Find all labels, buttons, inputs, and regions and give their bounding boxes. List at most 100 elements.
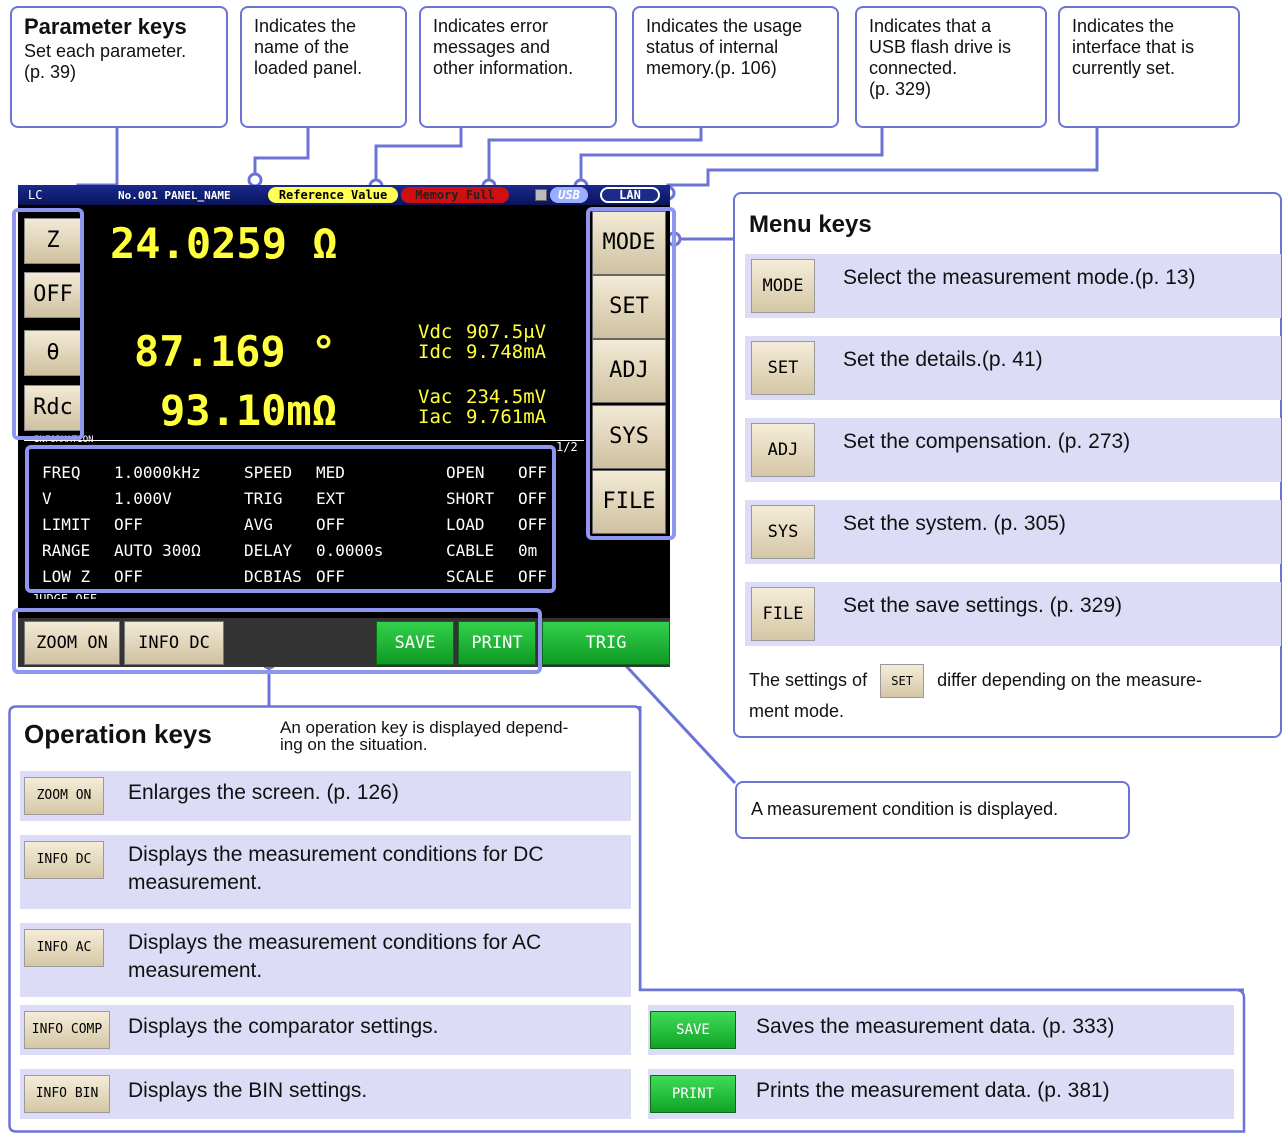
menu-row-sys: SYS Set the system. (p. 305)	[745, 500, 1281, 564]
op-row-desc: Enlarges the screen. (p. 126)	[128, 781, 399, 804]
op-row-zoom: ZOOM ON Enlarges the screen. (p. 126)	[20, 771, 631, 821]
callout-line: Indicates the	[1072, 16, 1175, 36]
op-row-info-ac: INFO AC Displays the measurement conditi…	[20, 923, 631, 997]
vac-label: Vac	[418, 386, 453, 408]
sys-button[interactable]: SYS	[751, 505, 815, 559]
callout-line: currently set.	[1072, 58, 1176, 78]
subtitle-line: An operation key is displayed depend-	[280, 718, 569, 737]
callout-line: name of the	[254, 37, 350, 57]
callout-line: USB flash drive is	[869, 37, 1012, 57]
op-row-info-comp: INFO COMP Displays the comparator settin…	[20, 1005, 631, 1055]
op-row-desc: Saves the measurement data. (p. 333)	[756, 1015, 1115, 1038]
vdc-label: Vdc	[418, 321, 453, 343]
error-callout: Indicates error messages and other infor…	[419, 6, 617, 128]
info-dc-button[interactable]: INFO DC	[24, 841, 104, 879]
param-keys-highlight	[12, 208, 84, 440]
set-inline-button: SET	[880, 664, 925, 698]
interface-callout: Indicates the interface that is currentl…	[1058, 6, 1240, 128]
op-row-info-dc: INFO DC Displays the measurement conditi…	[20, 835, 631, 909]
callout-line: status of internal	[646, 37, 779, 57]
cut-row: JUDGE OFF	[32, 592, 98, 599]
reference-value-badge: Reference Value	[268, 187, 398, 203]
op-row-print: PRINT Prints the measurement data. (p. 3…	[648, 1069, 1234, 1119]
instrument-screen: LC No.001 PANEL_NAME Reference Value Mem…	[18, 185, 670, 667]
rdc-value: 93.10mΩ	[160, 386, 338, 435]
note-text: differ depending on the measure-	[937, 669, 1202, 690]
op-row-info-bin: INFO BIN Displays the BIN settings.	[20, 1069, 631, 1119]
note-text: The settings of	[749, 669, 868, 690]
panel-name: No.001 PANEL_NAME	[118, 189, 231, 202]
menu-row-desc: Select the measurement mode.(p. 13)	[843, 266, 1196, 289]
menu-row-desc: Set the save settings. (p. 329)	[843, 594, 1122, 617]
parameter-keys-callout: Parameter keys Set each parameter. (p. 3…	[10, 6, 228, 128]
info-divider	[24, 440, 584, 441]
panel-name-callout: Indicates the name of the loaded panel.	[240, 6, 407, 128]
lan-badge: LAN	[600, 187, 660, 203]
callout-line: other information.	[433, 58, 574, 78]
secondary-value: 87.169 °	[134, 327, 337, 376]
iac-label: Iac	[418, 406, 453, 428]
operation-keys-subtitle: An operation key is displayed depend- in…	[280, 719, 568, 753]
menu-row-set: SET Set the details.(p. 41)	[745, 336, 1281, 400]
callout-line: (p. 329)	[869, 79, 932, 99]
menu-row-desc: Set the compensation. (p. 273)	[843, 430, 1131, 453]
operation-keys-title: Operation keys	[24, 719, 212, 749]
vac-value: 234.5mV	[466, 386, 547, 408]
mode-label: LC	[28, 188, 43, 202]
mode-button[interactable]: MODE	[751, 259, 815, 313]
op-row-desc-2: measurement.	[128, 959, 263, 982]
callout-line: Indicates that a	[869, 16, 992, 36]
print-button[interactable]: PRINT	[650, 1075, 736, 1113]
info-bin-button[interactable]: INFO BIN	[24, 1075, 110, 1113]
callout-line: interface that is	[1072, 37, 1195, 57]
menu-keys-title: Menu keys	[749, 211, 872, 238]
info-ac-button[interactable]: INFO AC	[24, 929, 104, 967]
menu-keys-highlight	[586, 207, 676, 540]
status-bar: LC No.001 PANEL_NAME Reference Value Mem…	[18, 185, 670, 205]
subtitle-line: ing on the situation.	[280, 735, 428, 754]
callout-line: Indicates the usage	[646, 16, 803, 36]
adj-button[interactable]: ADJ	[751, 423, 815, 477]
zoom-on-button[interactable]: ZOOM ON	[24, 777, 104, 815]
operation-keys-highlight	[12, 608, 542, 674]
vdc-value: 907.5μV	[466, 321, 547, 343]
callout-line: loaded panel.	[254, 58, 363, 78]
menu-row-mode: MODE Select the measurement mode.(p. 13)	[745, 254, 1281, 318]
callout-ref: (p. 39)	[24, 62, 77, 82]
memory-full-badge: Memory Full	[401, 187, 509, 203]
menu-row-adj: ADJ Set the compensation. (p. 273)	[745, 418, 1281, 482]
operation-keys-panel: Operation keys An operation key is displ…	[8, 705, 1246, 1133]
file-button[interactable]: FILE	[751, 587, 815, 641]
op-row-desc: Displays the measurement conditions for …	[128, 843, 544, 866]
op-row-save: SAVE Saves the measurement data. (p. 333…	[648, 1005, 1234, 1055]
callout-line: messages and	[433, 37, 551, 57]
memory-callout: Indicates the usage status of internal m…	[632, 6, 839, 128]
callout-line: Indicates error	[433, 16, 549, 36]
save-button[interactable]: SAVE	[650, 1011, 736, 1049]
info-comp-button[interactable]: INFO COMP	[24, 1011, 110, 1049]
usb-badge: USB	[550, 187, 588, 203]
page-indicator: 1/2	[556, 440, 578, 454]
usb-callout: Indicates that a USB flash drive is conn…	[855, 6, 1047, 128]
trig-key[interactable]: TRIG	[542, 621, 670, 665]
callout-text: Set each parameter.	[24, 41, 187, 61]
idc-value: 9.748mA	[466, 341, 547, 363]
memory-icon	[535, 189, 547, 201]
menu-row-desc: Set the details.(p. 41)	[843, 348, 1043, 371]
op-row-desc-2: measurement.	[128, 871, 263, 894]
callout-line: memory.(p. 106)	[646, 58, 777, 78]
iac-value: 9.761mA	[466, 406, 547, 428]
callout-line: connected.	[869, 58, 958, 78]
conditions-highlight	[25, 445, 556, 593]
menu-row-desc: Set the system. (p. 305)	[843, 512, 1066, 535]
idc-label: Idc	[418, 341, 453, 363]
op-row-desc: Prints the measurement data. (p. 381)	[756, 1079, 1110, 1102]
callout-title: Parameter keys	[24, 14, 187, 39]
menu-row-file: FILE Set the save settings. (p. 329)	[745, 582, 1281, 646]
set-button[interactable]: SET	[751, 341, 815, 395]
menu-keys-panel: Menu keys MODE Select the measurement mo…	[733, 192, 1282, 738]
op-row-desc: Displays the comparator settings.	[128, 1015, 439, 1038]
op-row-desc: Displays the BIN settings.	[128, 1079, 368, 1102]
primary-value: 24.0259 Ω	[110, 219, 338, 268]
callout-line: Indicates the	[254, 16, 357, 36]
